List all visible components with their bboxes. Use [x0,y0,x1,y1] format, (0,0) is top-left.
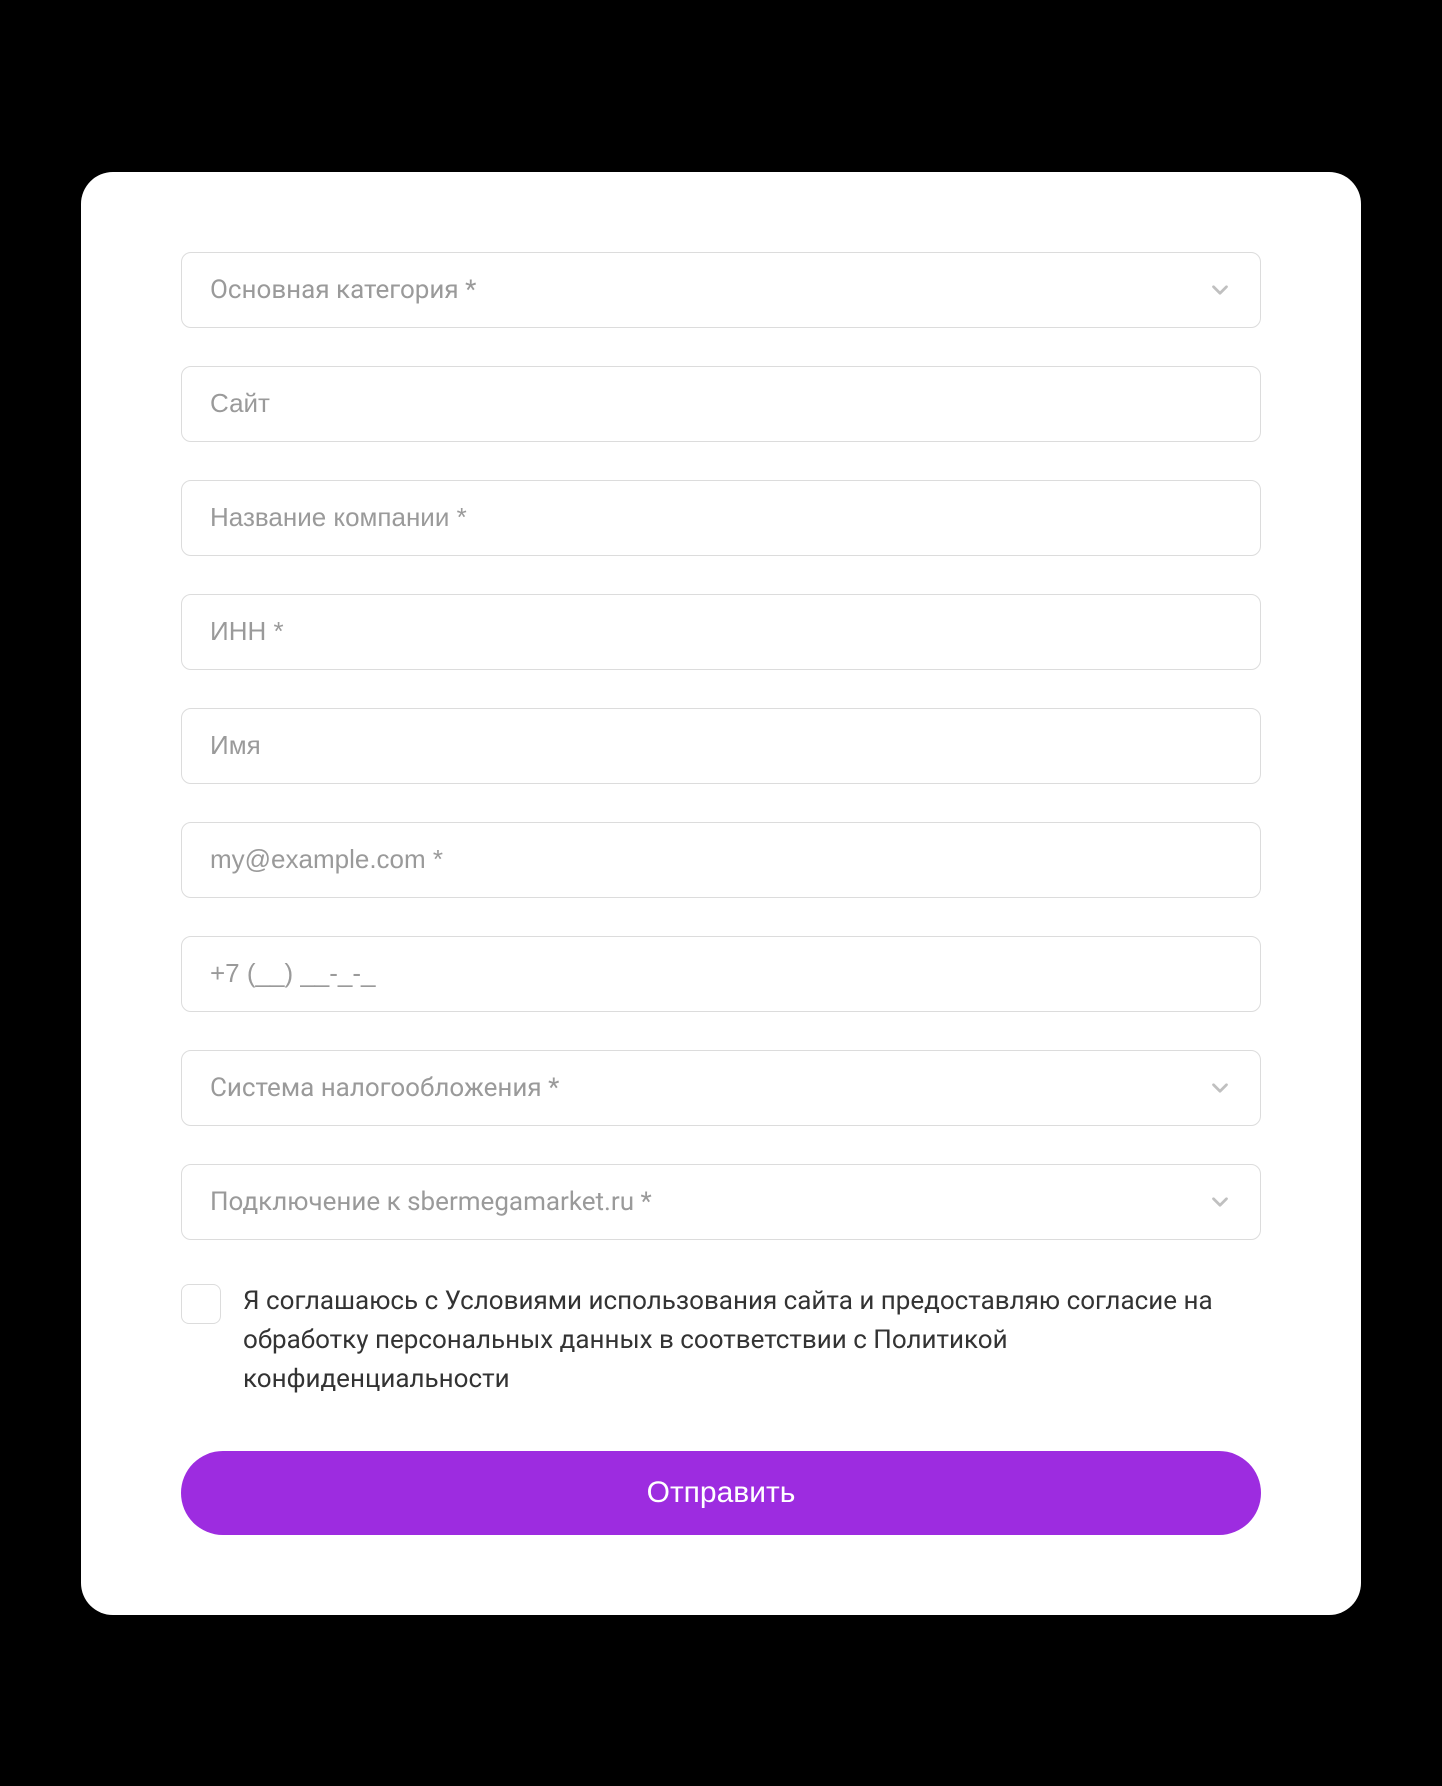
select-wrapper: Система налогообложения * [181,1050,1261,1126]
tax-system-placeholder: Система налогообложения * [210,1073,559,1103]
field-connection: Подключение к sbermegamarket.ru * [181,1164,1261,1240]
select-wrapper: Основная категория * [181,252,1261,328]
select-wrapper: Подключение к sbermegamarket.ru * [181,1164,1261,1240]
submit-button[interactable]: Отправить [181,1451,1261,1535]
website-input[interactable] [181,366,1261,442]
field-category: Основная категория * [181,252,1261,328]
field-company [181,480,1261,556]
field-tax-system: Система налогообложения * [181,1050,1261,1126]
field-name [181,708,1261,784]
connection-placeholder: Подключение к sbermegamarket.ru * [210,1187,652,1217]
form-card: Основная категория * Система нал [81,172,1361,1615]
company-input[interactable] [181,480,1261,556]
field-inn [181,594,1261,670]
name-input[interactable] [181,708,1261,784]
phone-input[interactable] [181,936,1261,1012]
field-website [181,366,1261,442]
inn-input[interactable] [181,594,1261,670]
field-phone [181,936,1261,1012]
consent-checkbox[interactable] [181,1284,221,1324]
connection-select[interactable]: Подключение к sbermegamarket.ru * [181,1164,1261,1240]
email-input[interactable] [181,822,1261,898]
tax-system-select[interactable]: Система налогообложения * [181,1050,1261,1126]
category-placeholder: Основная категория * [210,275,476,305]
field-email [181,822,1261,898]
consent-label: Я соглашаюсь с Условиями использования с… [243,1282,1261,1399]
consent-row: Я соглашаюсь с Условиями использования с… [181,1282,1261,1399]
category-select[interactable]: Основная категория * [181,252,1261,328]
